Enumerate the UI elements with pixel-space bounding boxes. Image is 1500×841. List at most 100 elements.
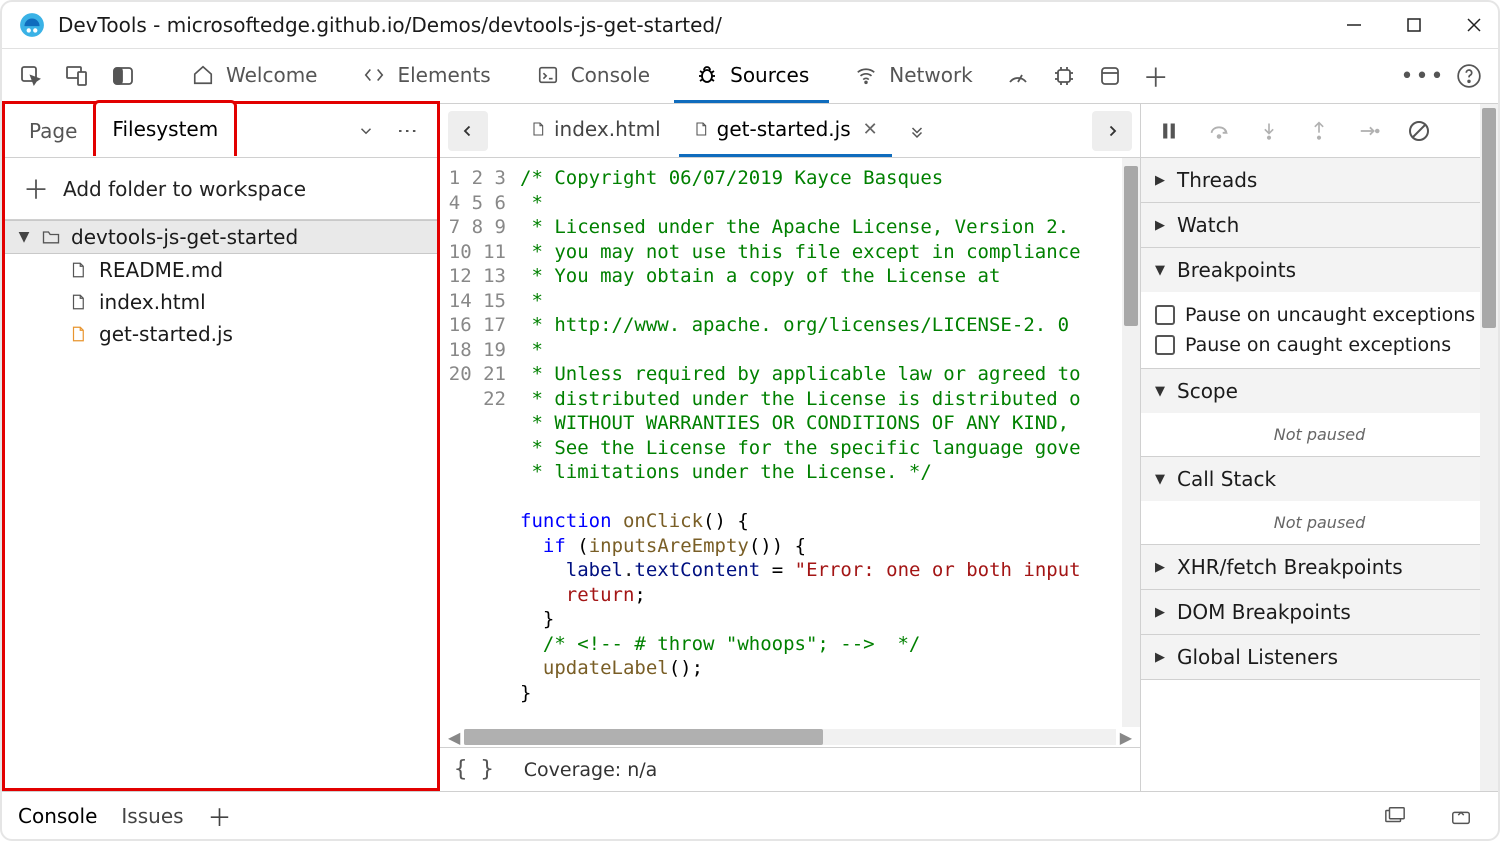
tree-folder[interactable]: ▼ devtools-js-get-started [5, 220, 437, 254]
section-global[interactable]: ▶ Global Listeners [1141, 635, 1498, 679]
navigator-tab-filesystem[interactable]: Filesystem [93, 100, 237, 156]
tab-elements-label: Elements [397, 63, 490, 87]
code-content[interactable]: /* Copyright 06/07/2019 Kayce Basques * … [520, 158, 1140, 727]
debugger-toolbar [1141, 104, 1498, 158]
devtools-app-icon [18, 11, 46, 39]
section-threads-label: Threads [1177, 168, 1257, 192]
close-tab-icon[interactable]: ✕ [863, 119, 878, 140]
checkbox-icon[interactable] [1155, 335, 1175, 355]
checkbox-icon[interactable] [1155, 305, 1175, 325]
drawer-settings-icon[interactable] [1374, 795, 1416, 837]
file-tree: ▼ devtools-js-get-started README.md inde… [5, 219, 437, 350]
navigator-tab-page[interactable]: Page [13, 104, 93, 157]
file-tab-index[interactable]: index.html [516, 104, 675, 157]
drawer-expand-icon[interactable] [1440, 795, 1482, 837]
caret-right-icon: ▶ [1155, 650, 1169, 665]
section-watch[interactable]: ▶Watch [1141, 203, 1498, 247]
device-toolbar-icon[interactable] [56, 55, 98, 97]
tree-file-index[interactable]: index.html [5, 286, 437, 318]
help-icon[interactable] [1448, 55, 1490, 97]
section-breakpoints[interactable]: ▼ Breakpoints [1141, 248, 1498, 292]
plus-icon: ＋ [23, 170, 49, 207]
pause-uncaught-label: Pause on uncaught exceptions [1185, 304, 1475, 326]
callstack-not-paused: Not paused [1141, 501, 1498, 544]
step-icon[interactable] [1351, 113, 1387, 149]
section-watch-label: Watch [1177, 213, 1239, 237]
tab-welcome[interactable]: Welcome [170, 49, 337, 103]
more-options-icon[interactable]: ••• [1402, 55, 1444, 97]
file-icon [530, 120, 546, 138]
maximize-button[interactable] [1406, 17, 1422, 33]
navigator-dropdown-icon[interactable] [345, 110, 387, 152]
tree-folder-label: devtools-js-get-started [71, 225, 298, 249]
tree-file-label: index.html [99, 290, 206, 314]
section-scope[interactable]: ▼Scope [1141, 369, 1498, 413]
navigator-tabs: Page Filesystem ⋮ [5, 104, 437, 158]
scroll-left-icon[interactable]: ◀ [448, 728, 460, 747]
drawer-console[interactable]: Console [18, 804, 97, 828]
drawer-issues[interactable]: Issues [121, 804, 183, 828]
nav-forward-button[interactable] [1092, 111, 1132, 151]
section-dom[interactable]: ▶DOM Breakpoints [1141, 590, 1498, 634]
section-threads[interactable]: ▶ Threads [1141, 158, 1498, 202]
section-global-label: Global Listeners [1177, 645, 1338, 669]
step-over-icon[interactable] [1201, 113, 1237, 149]
section-breakpoints-label: Breakpoints [1177, 258, 1296, 282]
editor-tabs: index.html get-started.js ✕ [440, 104, 1140, 158]
pause-uncaught-row[interactable]: Pause on uncaught exceptions [1155, 300, 1484, 330]
tab-welcome-label: Welcome [226, 63, 317, 87]
tree-file-getstarted[interactable]: get-started.js [5, 318, 437, 350]
pause-caught-row[interactable]: Pause on caught exceptions [1155, 330, 1484, 360]
navigator-more-icon[interactable]: ⋮ [387, 110, 429, 152]
navigator-tab-page-label: Page [29, 119, 77, 143]
step-into-icon[interactable] [1251, 113, 1287, 149]
folder-icon [41, 227, 61, 247]
add-folder-label: Add folder to workspace [63, 177, 306, 201]
step-out-icon[interactable] [1301, 113, 1337, 149]
main-area: Page Filesystem ⋮ ＋ Add folder to worksp… [2, 104, 1498, 791]
pretty-print-icon[interactable]: { } [454, 757, 494, 782]
tab-console[interactable]: Console [515, 49, 670, 103]
line-gutter: 1 2 3 4 5 6 7 8 9 10 11 12 13 14 15 16 1… [440, 158, 520, 727]
horizontal-scrollbar[interactable]: ◀ ▶ [440, 727, 1140, 747]
tab-elements[interactable]: Elements [341, 49, 510, 103]
section-callstack-label: Call Stack [1177, 467, 1276, 491]
more-tabs-icon[interactable] [896, 110, 938, 152]
close-button[interactable] [1466, 17, 1482, 33]
section-xhr[interactable]: ▶XHR/fetch Breakpoints [1141, 545, 1498, 589]
memory-icon[interactable] [1043, 55, 1085, 97]
scroll-right-icon[interactable]: ▶ [1120, 728, 1132, 747]
application-icon[interactable] [1089, 55, 1131, 97]
vertical-scrollbar[interactable] [1122, 158, 1140, 727]
tree-file-readme[interactable]: README.md [5, 254, 437, 286]
minimize-button[interactable] [1346, 17, 1362, 33]
inspect-element-icon[interactable] [10, 55, 52, 97]
tab-console-label: Console [571, 63, 650, 87]
sources-bug-icon [694, 62, 720, 88]
add-tab-icon[interactable]: ＋ [1135, 55, 1177, 97]
elements-icon [361, 62, 387, 88]
toggle-panel-icon[interactable] [102, 55, 144, 97]
coverage-label: Coverage: n/a [524, 759, 658, 781]
tab-sources[interactable]: Sources [674, 49, 829, 103]
debugger-scrollbar[interactable] [1480, 104, 1498, 791]
drawer-add-icon[interactable]: ＋ [208, 798, 232, 833]
add-folder-button[interactable]: ＋ Add folder to workspace [5, 158, 437, 219]
performance-icon[interactable] [997, 55, 1039, 97]
caret-down-icon: ▼ [1155, 263, 1169, 278]
file-icon [69, 260, 89, 280]
file-tab-getstarted[interactable]: get-started.js ✕ [679, 104, 892, 157]
caret-right-icon: ▶ [1155, 173, 1169, 188]
tab-sources-label: Sources [730, 63, 809, 87]
section-callstack[interactable]: ▼Call Stack [1141, 457, 1498, 501]
file-tab-getstarted-label: get-started.js [717, 117, 851, 141]
tab-network-label: Network [889, 63, 973, 87]
deactivate-breakpoints-icon[interactable] [1401, 113, 1437, 149]
pause-resume-icon[interactable] [1151, 113, 1187, 149]
tab-network[interactable]: Network [833, 49, 993, 103]
code-editor[interactable]: 1 2 3 4 5 6 7 8 9 10 11 12 13 14 15 16 1… [440, 158, 1140, 727]
caret-right-icon: ▶ [1155, 560, 1169, 575]
nav-back-button[interactable] [448, 111, 488, 151]
navigator-tab-filesystem-label: Filesystem [112, 117, 218, 141]
network-wifi-icon [853, 62, 879, 88]
